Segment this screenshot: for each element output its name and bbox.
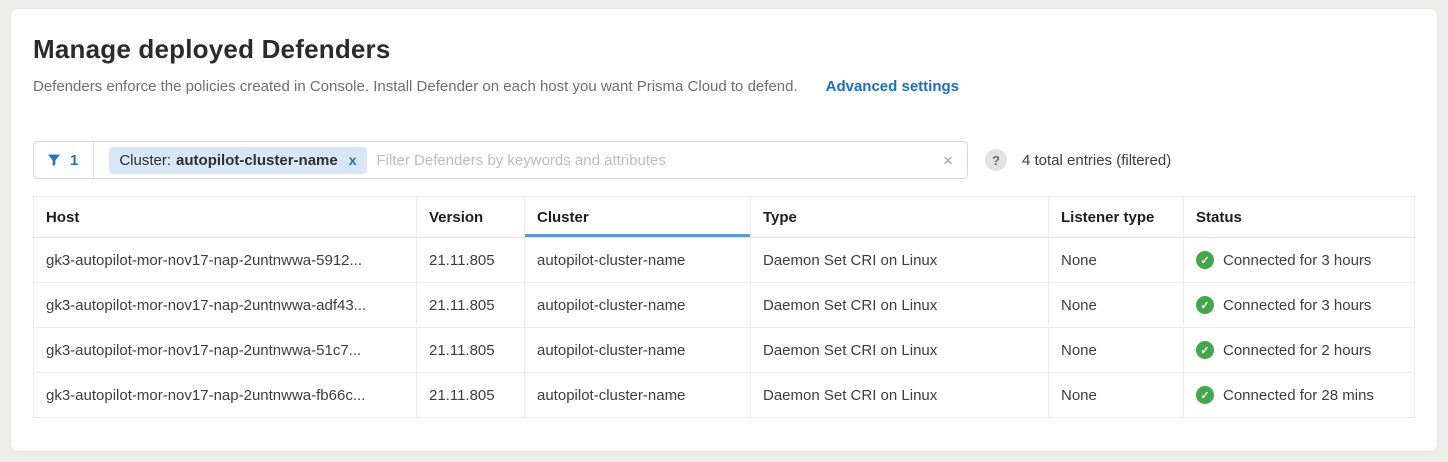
column-header-version[interactable]: Version [417, 197, 525, 238]
page-description-row: Defenders enforce the policies created i… [33, 78, 1415, 95]
connected-status-icon [1196, 251, 1214, 269]
cell-listener-type: None [1049, 238, 1184, 283]
filter-bar: 1 Cluster: autopilot-cluster-name x × ? … [33, 141, 1415, 179]
connected-status-icon [1196, 341, 1214, 359]
table-row[interactable]: gk3-autopilot-mor-nov17-nap-2untnwwa-51c… [34, 328, 1415, 373]
cell-listener-type: None [1049, 328, 1184, 373]
help-icon[interactable]: ? [985, 149, 1007, 171]
cell-host: gk3-autopilot-mor-nov17-nap-2untnwwa-fb6… [34, 373, 417, 418]
cell-host: gk3-autopilot-mor-nov17-nap-2untnwwa-51c… [34, 328, 417, 373]
clear-filter-icon[interactable]: × [929, 152, 967, 169]
filter-search-input[interactable] [367, 152, 930, 169]
page-description: Defenders enforce the policies created i… [33, 78, 798, 95]
cell-version: 21.11.805 [417, 373, 525, 418]
cell-version: 21.11.805 [417, 283, 525, 328]
filter-funnel-icon [46, 152, 62, 168]
cell-type: Daemon Set CRI on Linux [751, 328, 1049, 373]
active-filters-button[interactable]: 1 [34, 142, 94, 178]
column-header-cluster[interactable]: Cluster [525, 197, 751, 238]
cell-host: gk3-autopilot-mor-nov17-nap-2untnwwa-591… [34, 238, 417, 283]
cell-listener-type: None [1049, 283, 1184, 328]
status-text: Connected for 2 hours [1223, 342, 1371, 359]
cell-host: gk3-autopilot-mor-nov17-nap-2untnwwa-adf… [34, 283, 417, 328]
cell-type: Daemon Set CRI on Linux [751, 238, 1049, 283]
cell-status: Connected for 28 mins [1184, 373, 1415, 418]
filter-input-container[interactable]: 1 Cluster: autopilot-cluster-name x × [33, 141, 968, 179]
cell-status: Connected for 3 hours [1184, 283, 1415, 328]
filter-chip-label: Cluster: [119, 152, 171, 169]
cell-cluster: autopilot-cluster-name [525, 238, 751, 283]
defenders-table: Host Version Cluster Type Listener type … [33, 196, 1415, 418]
cell-cluster: autopilot-cluster-name [525, 373, 751, 418]
cell-listener-type: None [1049, 373, 1184, 418]
column-header-status[interactable]: Status [1184, 197, 1415, 238]
cell-type: Daemon Set CRI on Linux [751, 283, 1049, 328]
table-row[interactable]: gk3-autopilot-mor-nov17-nap-2untnwwa-591… [34, 238, 1415, 283]
cell-cluster: autopilot-cluster-name [525, 283, 751, 328]
cell-version: 21.11.805 [417, 328, 525, 373]
cell-status: Connected for 3 hours [1184, 238, 1415, 283]
connected-status-icon [1196, 296, 1214, 314]
cell-version: 21.11.805 [417, 238, 525, 283]
table-row[interactable]: gk3-autopilot-mor-nov17-nap-2untnwwa-adf… [34, 283, 1415, 328]
cell-status: Connected for 2 hours [1184, 328, 1415, 373]
status-text: Connected for 3 hours [1223, 252, 1371, 269]
column-header-listener-type[interactable]: Listener type [1049, 197, 1184, 238]
advanced-settings-link[interactable]: Advanced settings [826, 78, 959, 95]
remove-filter-icon[interactable]: x [349, 152, 357, 168]
connected-status-icon [1196, 386, 1214, 404]
table-row[interactable]: gk3-autopilot-mor-nov17-nap-2untnwwa-fb6… [34, 373, 1415, 418]
table-header-row: Host Version Cluster Type Listener type … [34, 197, 1415, 238]
cell-cluster: autopilot-cluster-name [525, 328, 751, 373]
manage-defenders-panel: Manage deployed Defenders Defenders enfo… [10, 8, 1438, 452]
entries-summary: 4 total entries (filtered) [1022, 152, 1171, 169]
column-header-host[interactable]: Host [34, 197, 417, 238]
active-filter-count: 1 [70, 152, 78, 169]
filter-chip-value: autopilot-cluster-name [176, 152, 338, 169]
status-text: Connected for 3 hours [1223, 297, 1371, 314]
filter-chip-cluster: Cluster: autopilot-cluster-name x [109, 147, 366, 174]
status-text: Connected for 28 mins [1223, 387, 1374, 404]
page-title: Manage deployed Defenders [33, 34, 1415, 65]
column-header-type[interactable]: Type [751, 197, 1049, 238]
cell-type: Daemon Set CRI on Linux [751, 373, 1049, 418]
